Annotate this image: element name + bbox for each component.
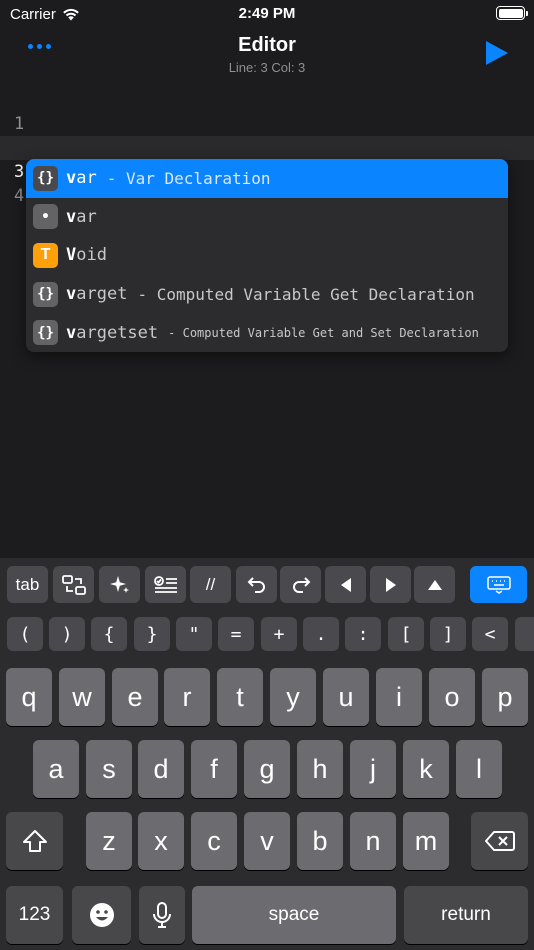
key-p[interactable]: p <box>482 668 528 726</box>
symbol-key[interactable]: { <box>91 617 127 651</box>
key-s[interactable]: s <box>86 740 132 798</box>
nav-bar: Editor Line: 3 Col: 3 <box>0 30 534 80</box>
key-f[interactable]: f <box>191 740 237 798</box>
return-key[interactable]: return <box>404 886 528 944</box>
code-line-current: 3 v <box>0 136 534 206</box>
key-x[interactable]: x <box>138 812 184 870</box>
shift-key[interactable] <box>6 812 63 870</box>
sparkle-icon[interactable] <box>99 566 140 603</box>
keyboard: q w e r t y u i o p a s d f g h j k l z … <box>0 658 534 950</box>
symbol-key[interactable]: } <box>134 617 170 651</box>
symbol-row: ( ) { } " = + . : [ ] < <box>0 610 534 658</box>
key-y[interactable]: y <box>270 668 316 726</box>
autocomplete-item[interactable]: {} varget - Computed Variable Get Declar… <box>26 275 508 314</box>
emoji-icon <box>89 903 114 927</box>
key-i[interactable]: i <box>376 668 422 726</box>
microphone-icon <box>153 902 171 928</box>
key-j[interactable]: j <box>350 740 396 798</box>
key-a[interactable]: a <box>33 740 79 798</box>
arrow-up-icon[interactable] <box>414 566 455 603</box>
key-g[interactable]: g <box>244 740 290 798</box>
autocomplete-item[interactable]: {} vargetset - Computed Variable Get and… <box>26 313 508 352</box>
cursor-position: Line: 3 Col: 3 <box>228 60 306 75</box>
key-l[interactable]: l <box>456 740 502 798</box>
key-o[interactable]: o <box>429 668 475 726</box>
redo-icon[interactable] <box>280 566 321 603</box>
editor-toolbar: tab // <box>0 558 534 610</box>
key-v[interactable]: v <box>244 812 290 870</box>
autocomplete-popup: {} var - Var Declaration • var T Void {}… <box>26 159 508 352</box>
symbol-key[interactable]: : <box>345 617 381 651</box>
key-r[interactable]: r <box>164 668 210 726</box>
code-line: 1 enum Weekend { <box>0 88 534 158</box>
snippet-icon: {} <box>33 165 58 191</box>
symbol-key[interactable]: = <box>218 617 254 651</box>
dictation-key[interactable] <box>139 886 185 944</box>
backspace-icon <box>484 831 515 851</box>
numbers-key[interactable]: 123 <box>6 886 63 944</box>
symbol-key[interactable]: . <box>303 617 339 651</box>
status-bar: Carrier 2:49 PM <box>0 0 534 30</box>
autocomplete-item[interactable]: T Void <box>26 236 508 275</box>
keyboard-dismiss-icon[interactable] <box>470 566 527 603</box>
key-t[interactable]: t <box>217 668 263 726</box>
symbol-key[interactable]: ( <box>7 617 43 651</box>
key-k[interactable]: k <box>403 740 449 798</box>
space-key[interactable]: space <box>192 886 396 944</box>
undo-icon[interactable] <box>236 566 277 603</box>
symbol-key[interactable]: < <box>472 617 508 651</box>
run-icon[interactable] <box>486 41 508 65</box>
arrow-left-icon[interactable] <box>325 566 366 603</box>
snippet-icon: {} <box>33 281 58 307</box>
type-icon: T <box>33 242 58 268</box>
key-m[interactable]: m <box>403 812 449 870</box>
autocomplete-item[interactable]: • var <box>26 198 508 237</box>
code-line: 2 case saturday, sunday <box>0 112 534 182</box>
snippet-icon: {} <box>33 320 58 346</box>
arrow-right-icon[interactable] <box>370 566 411 603</box>
comment-button[interactable]: // <box>190 566 231 603</box>
key-z[interactable]: z <box>86 812 132 870</box>
clock: 2:49 PM <box>238 5 296 22</box>
key-n[interactable]: n <box>350 812 396 870</box>
keyword-icon: • <box>33 204 58 230</box>
autocomplete-item[interactable]: {} var - Var Declaration <box>26 159 508 198</box>
symbol-key-partial[interactable] <box>515 617 534 651</box>
battery-icon <box>496 6 528 20</box>
page-title: Editor <box>238 34 296 56</box>
delete-key[interactable] <box>471 812 528 870</box>
symbol-key[interactable]: [ <box>388 617 424 651</box>
symbol-key[interactable]: ] <box>430 617 466 651</box>
key-d[interactable]: d <box>138 740 184 798</box>
key-u[interactable]: u <box>323 668 369 726</box>
swap-lines-icon[interactable] <box>53 566 94 603</box>
key-q[interactable]: q <box>6 668 52 726</box>
symbol-key[interactable]: " <box>176 617 212 651</box>
key-c[interactable]: c <box>191 812 237 870</box>
key-h[interactable]: h <box>297 740 343 798</box>
tab-button[interactable]: tab <box>7 566 48 603</box>
checklist-icon[interactable] <box>145 566 186 603</box>
emoji-key[interactable] <box>72 886 131 944</box>
symbol-key[interactable]: + <box>261 617 297 651</box>
symbol-key[interactable]: ) <box>49 617 85 651</box>
key-b[interactable]: b <box>297 812 343 870</box>
key-w[interactable]: w <box>59 668 105 726</box>
shift-icon <box>22 830 47 852</box>
key-e[interactable]: e <box>112 668 158 726</box>
